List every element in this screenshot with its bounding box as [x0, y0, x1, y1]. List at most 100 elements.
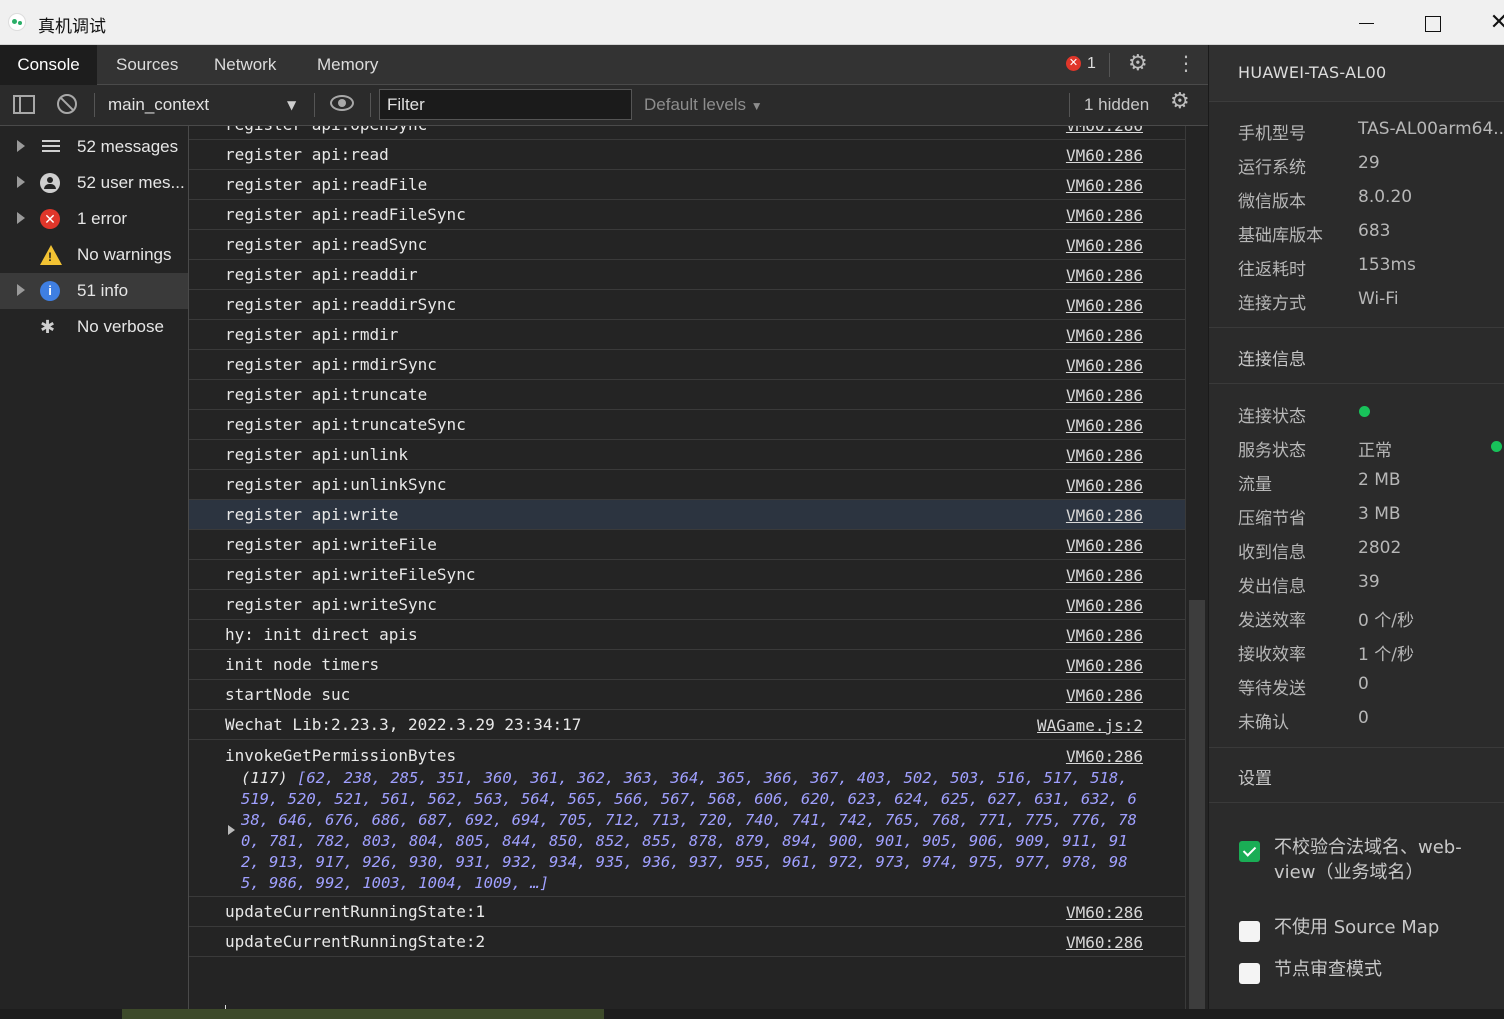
source-link[interactable]: VM60:286: [1066, 903, 1143, 922]
console-row: register api:writeFileSync VM60:286: [189, 560, 1185, 590]
conn-label: 压缩节省: [1238, 509, 1306, 529]
disable-source-map-checkbox[interactable]: [1239, 921, 1260, 942]
tab-sources[interactable]: Sources: [116, 45, 178, 85]
conn-value: 0: [1358, 708, 1369, 728]
conn-value: 39: [1358, 572, 1380, 592]
console-row: startNode suc VM60:286: [189, 680, 1185, 710]
close-button[interactable]: ✕: [1484, 8, 1504, 38]
source-link[interactable]: VM60:286: [1066, 656, 1143, 675]
source-link[interactable]: VM60:286: [1066, 536, 1143, 555]
source-link[interactable]: VM60:286: [1066, 266, 1143, 285]
settings-section-title: 设置: [1238, 769, 1272, 789]
error-count-indicator[interactable]: ✕ 1: [1066, 55, 1096, 73]
console-message: Wechat Lib:2.23.3, 2022.3.29 23:34:17: [225, 715, 582, 734]
console-row: register api:writeSync VM60:286: [189, 590, 1185, 620]
console-message: register api:rmdirSync: [225, 355, 437, 374]
conn-label: 流量: [1238, 475, 1272, 495]
source-link[interactable]: VM60:286: [1066, 626, 1143, 645]
filter-input[interactable]: Filter: [379, 89, 632, 120]
sidebar-item-warnings[interactable]: ! No warnings: [0, 237, 188, 273]
expand-triangle-icon[interactable]: [17, 212, 25, 224]
console-row: register api:readFile VM60:286: [189, 170, 1185, 200]
console-message: register api:writeSync: [225, 595, 437, 614]
eye-icon[interactable]: [330, 95, 354, 111]
sidebar-item-label: 1 error: [77, 209, 128, 228]
levels-dropdown[interactable]: Default levels ▼: [644, 95, 763, 115]
source-link[interactable]: VM60:286: [1066, 176, 1143, 195]
source-link[interactable]: VM60:286: [1066, 596, 1143, 615]
source-link[interactable]: VM60:286: [1066, 326, 1143, 345]
source-link[interactable]: VM60:286: [1066, 146, 1143, 165]
expand-triangle-icon[interactable]: [17, 176, 25, 188]
skip-domain-check-checkbox[interactable]: [1239, 841, 1260, 862]
conn-label: 服务状态: [1238, 441, 1306, 461]
console-row: register api:readdir VM60:286: [189, 260, 1185, 290]
sidebar-item-info[interactable]: i 51 info: [0, 273, 188, 309]
list-icon: [40, 137, 62, 157]
console-row: Wechat Lib:2.23.3, 2022.3.29 23:34:17 WAG…: [189, 710, 1185, 740]
expand-triangle-icon[interactable]: [17, 140, 25, 152]
source-link[interactable]: VM60:286: [1066, 566, 1143, 585]
context-select[interactable]: main_context: [108, 95, 209, 115]
source-link[interactable]: VM60:286: [1066, 296, 1143, 315]
source-link[interactable]: VM60:286: [1066, 386, 1143, 405]
tab-console[interactable]: Console: [0, 45, 97, 85]
console-message: invokeGetPermissionBytes: [225, 746, 457, 765]
source-link[interactable]: VM60:286: [1066, 236, 1143, 255]
console-sidebar: 52 messages 52 user mes... ✕ 1 error ! N…: [0, 126, 189, 1019]
info-value: TAS-AL00arm64...: [1358, 119, 1504, 139]
sidebar-item-user-messages[interactable]: 52 user mes...: [0, 165, 188, 201]
source-link[interactable]: VM60:286: [1066, 416, 1143, 435]
source-link[interactable]: VM60:286: [1066, 126, 1143, 135]
source-link[interactable]: VM60:286: [1066, 446, 1143, 465]
console-message: init node timers: [225, 655, 380, 674]
connection-section-title: 连接信息: [1238, 350, 1306, 370]
maximize-button[interactable]: [1418, 8, 1448, 38]
array-preview[interactable]: (117) [62, 238, 285, 351, 360, 361, 362,…: [241, 768, 1146, 894]
chevron-down-icon[interactable]: ▼: [287, 98, 296, 112]
devtools-pane: Console Sources Network Memory ✕ 1 ⚙ ⋮ ma…: [0, 45, 1208, 1019]
console-row: register api:write VM60:286: [189, 500, 1185, 530]
sidebar-toggle-icon[interactable]: [13, 95, 35, 114]
clear-console-icon[interactable]: [57, 94, 77, 114]
console-row: register api:openSync VM60:286: [189, 126, 1185, 140]
source-link[interactable]: VM60:286: [1066, 933, 1143, 952]
more-options-icon[interactable]: ⋮: [1176, 51, 1196, 75]
source-link[interactable]: WAGame.js:2: [1037, 716, 1143, 735]
divider: [1209, 327, 1504, 328]
node-inspect-checkbox[interactable]: [1239, 963, 1260, 984]
console-message: register api:openSync: [225, 126, 427, 134]
console-settings-gear-icon[interactable]: ⚙: [1170, 89, 1190, 114]
console-message: register api:write: [225, 505, 399, 524]
settings-gear-icon[interactable]: ⚙: [1128, 51, 1148, 76]
source-link[interactable]: VM60:286: [1066, 747, 1143, 766]
sidebar-item-messages[interactable]: 52 messages: [0, 129, 188, 165]
divider: [1209, 383, 1504, 384]
source-link[interactable]: VM60:286: [1066, 506, 1143, 525]
source-link[interactable]: VM60:286: [1066, 206, 1143, 225]
console-scrollbar[interactable]: [1185, 126, 1208, 1019]
minimize-button[interactable]: [1352, 8, 1382, 38]
console-message: register api:read: [225, 145, 389, 164]
hidden-count: 1 hidden: [1084, 95, 1150, 114]
expand-triangle-icon[interactable]: [228, 825, 235, 835]
device-panel: HUAWEI-TAS-AL00 手机型号 TAS-AL00arm64... 运行…: [1208, 45, 1504, 1019]
console-message: register api:readFileSync: [225, 205, 466, 224]
console-message: updateCurrentRunningState:2: [225, 932, 486, 951]
source-link[interactable]: VM60:286: [1066, 686, 1143, 705]
sidebar-item-errors[interactable]: ✕ 1 error: [0, 201, 188, 237]
console-row-array: invokeGetPermissionBytes VM60:286 (117) …: [189, 741, 1185, 897]
console-row: register api:readdirSync VM60:286: [189, 290, 1185, 320]
info-icon: i: [40, 281, 60, 301]
tab-network[interactable]: Network: [214, 45, 276, 85]
scrollbar-thumb[interactable]: [1189, 600, 1205, 1019]
conn-value: 0 个/秒: [1358, 611, 1414, 631]
conn-value: 正常: [1358, 441, 1392, 461]
info-value: 153ms: [1358, 255, 1416, 275]
tab-memory[interactable]: Memory: [317, 45, 378, 85]
expand-triangle-icon[interactable]: [17, 284, 25, 296]
source-link[interactable]: VM60:286: [1066, 356, 1143, 375]
source-link[interactable]: VM60:286: [1066, 476, 1143, 495]
console-message: startNode suc: [225, 685, 351, 704]
sidebar-item-verbose[interactable]: ✱ No verbose: [0, 309, 188, 345]
